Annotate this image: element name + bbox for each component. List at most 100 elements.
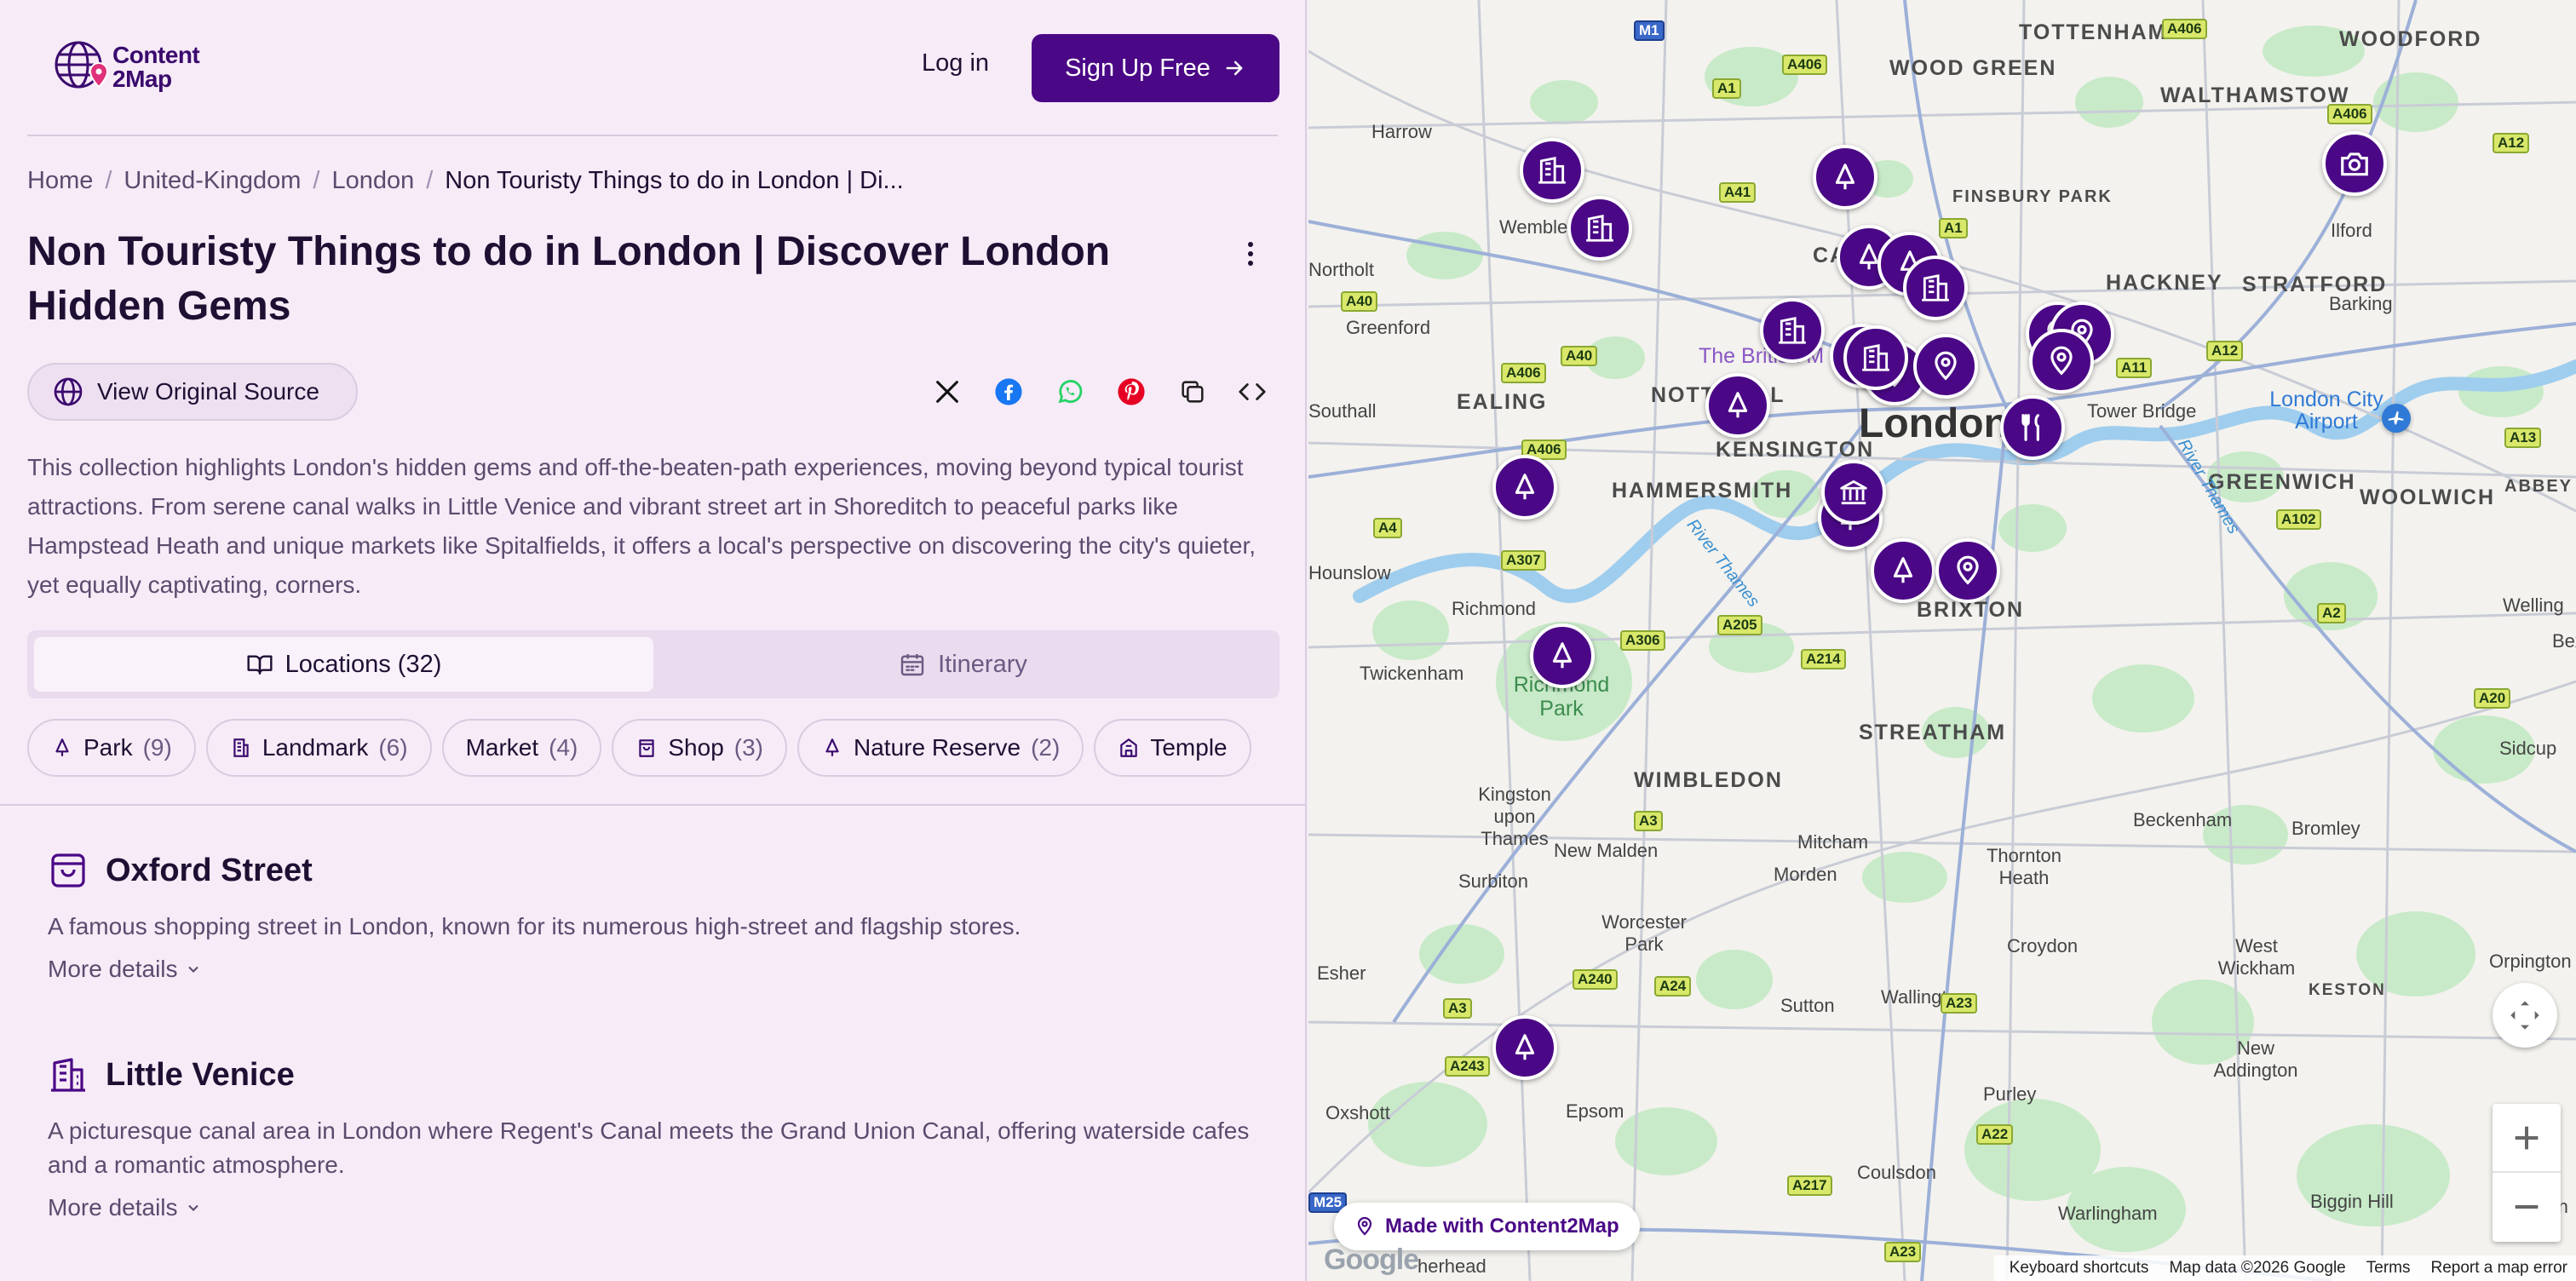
map-label-woodford: WOODFORD	[2339, 27, 2482, 51]
map-label-ealing: EALING	[1457, 390, 1548, 414]
logo[interactable]: Content 2Map	[53, 37, 200, 97]
breadcrumb-country[interactable]: United-Kingdom	[124, 167, 301, 195]
building-icon	[1586, 215, 1613, 242]
road-shield: A217	[1787, 1175, 1832, 1196]
location-card[interactable]: Little Venice A picturesque canal area i…	[48, 1054, 1274, 1221]
filter-count: (3)	[733, 734, 764, 761]
map-marker-landmark[interactable]	[1567, 196, 1632, 261]
map-label-hackney: HACKNEY	[2106, 271, 2223, 295]
map-town: Ilford	[2331, 220, 2372, 241]
map-town: Harrow	[1371, 121, 1432, 142]
map-marker-park[interactable]	[1871, 538, 1935, 603]
breadcrumb-home[interactable]: Home	[27, 167, 93, 195]
more-options-icon[interactable]	[1237, 238, 1264, 269]
more-details-toggle[interactable]: More details	[48, 956, 1274, 983]
filter-chip-market[interactable]: Market (4)	[441, 719, 602, 777]
filter-chip-park[interactable]: Park (9)	[27, 719, 196, 777]
zoom-in-button[interactable]	[2493, 1105, 2561, 1173]
tab-locations[interactable]: Locations (32)	[34, 637, 653, 692]
filter-count: (4)	[549, 734, 578, 761]
category-filters: Park (9) Landmark (6) Market (4) Shop (3…	[27, 719, 1279, 778]
map-town: Warlingham	[2058, 1203, 2158, 1224]
map-pin-icon	[2050, 346, 2073, 376]
fullscreen-toggle[interactable]	[2493, 983, 2557, 1048]
road-shield: A13	[2504, 428, 2542, 448]
location-name[interactable]: Oxford Street	[106, 853, 313, 889]
map-town: Richmond	[1452, 598, 1537, 619]
expand-arrows-icon	[2510, 1001, 2539, 1030]
map-marker-location[interactable]	[1913, 334, 1978, 399]
more-details-toggle[interactable]: More details	[48, 1194, 1274, 1221]
collection-description: This collection highlights London's hidd…	[27, 454, 1256, 598]
copy-link-icon[interactable]	[1176, 375, 1210, 409]
google-logo: Google	[1324, 1244, 1419, 1276]
map-marker-park[interactable]	[1705, 373, 1770, 438]
signup-button[interactable]: Sign Up Free	[1032, 34, 1279, 102]
filter-chip-shop[interactable]: Shop (3)	[612, 719, 788, 777]
road-shield: A23	[1941, 993, 1978, 1014]
chevron-down-icon	[187, 966, 198, 973]
minus-icon	[2515, 1205, 2539, 1209]
location-name[interactable]: Little Venice	[106, 1057, 295, 1094]
map-label-streatham: STREATHAM	[1859, 721, 2007, 744]
filter-label: Landmark	[262, 734, 369, 761]
temple-icon	[1120, 738, 1138, 757]
filter-chip-nature-reserve[interactable]: Nature Reserve (2)	[797, 719, 1084, 777]
filter-label: Market	[465, 734, 539, 761]
filter-chip-landmark[interactable]: Landmark (6)	[205, 719, 432, 777]
map-town: Barking	[2329, 293, 2393, 314]
breadcrumb-city[interactable]: London	[331, 167, 414, 195]
report-error-link[interactable]: Report a map error	[2430, 1259, 2567, 1278]
map-footer: Keyboard shortcuts Map data ©2026 Google…	[1993, 1255, 2576, 1281]
keyboard-shortcuts-link[interactable]: Keyboard shortcuts	[2010, 1259, 2149, 1278]
map-marker-landmark[interactable]	[1760, 298, 1825, 363]
road-shield: A102	[2276, 509, 2321, 530]
facebook-share-icon[interactable]	[992, 375, 1026, 409]
map-marker-park[interactable]	[1813, 145, 1877, 210]
museum-icon	[1840, 480, 1867, 505]
map-town: Hounslow	[1308, 562, 1391, 583]
map-marker-restaurant[interactable]	[2000, 395, 2065, 460]
map-marker-location[interactable]	[2029, 329, 2094, 393]
view-original-source-button[interactable]: View Original Source	[27, 363, 358, 421]
embed-code-icon[interactable]	[1235, 375, 1269, 409]
map-label-airport: London City Airport	[2269, 388, 2383, 434]
map-marker-landmark[interactable]	[1903, 256, 1968, 320]
page-title: Non Touristy Things to do in London | Di…	[27, 229, 1111, 329]
tab-itinerary[interactable]: Itinerary	[653, 637, 1273, 692]
zoom-out-button[interactable]	[2493, 1173, 2561, 1241]
map-label-finsbury-park: FINSBURY PARK	[1952, 187, 2113, 206]
pinterest-share-icon[interactable]	[1114, 375, 1148, 409]
road-shield: A11	[2116, 358, 2153, 378]
terms-link[interactable]: Terms	[2366, 1259, 2411, 1278]
whatsapp-share-icon[interactable]	[1053, 375, 1087, 409]
login-link[interactable]: Log in	[922, 49, 989, 78]
map-marker-museum[interactable]	[1821, 460, 1886, 525]
breadcrumb-current: Non Touristy Things to do in London | Di…	[445, 167, 904, 194]
map-marker-park[interactable]	[1492, 1015, 1557, 1080]
map-marker-location[interactable]	[1935, 538, 2000, 603]
map-marker-landmark[interactable]	[1843, 325, 1908, 390]
x-share-icon[interactable]	[930, 375, 964, 409]
map-marker-camera[interactable]	[2322, 131, 2387, 196]
tree-icon	[1835, 164, 1855, 190]
tree-icon	[1515, 474, 1535, 500]
map-base	[1308, 0, 2576, 1281]
arrow-right-icon	[1226, 60, 1243, 76]
map-marker-park[interactable]	[1492, 455, 1557, 520]
road-shield: A12	[2206, 341, 2244, 361]
globe-pin-logo-icon	[55, 41, 107, 89]
map-label-abbey-wood: ABBEY WO	[2504, 477, 2576, 496]
zoom-controls	[2493, 1104, 2561, 1242]
map-town: Surbiton	[1458, 870, 1528, 892]
map-label-hammersmith: HAMMERSMITH	[1612, 479, 1793, 503]
map-view[interactable]: TOTTENHAM WOODFORD WOOD GREEN WALTHAMSTO…	[1308, 0, 2576, 1281]
map-marker-park[interactable]	[1530, 623, 1595, 688]
filter-chip-temple[interactable]: Temple	[1094, 719, 1251, 777]
building-icon	[1538, 157, 1566, 184]
map-marker-landmark[interactable]	[1520, 138, 1584, 203]
building-icon	[233, 738, 249, 757]
road-shield: A406	[1501, 363, 1546, 383]
map-town: Tower Bridge	[2087, 400, 2197, 422]
location-card[interactable]: Oxford Street A famous shopping street i…	[48, 850, 1274, 983]
